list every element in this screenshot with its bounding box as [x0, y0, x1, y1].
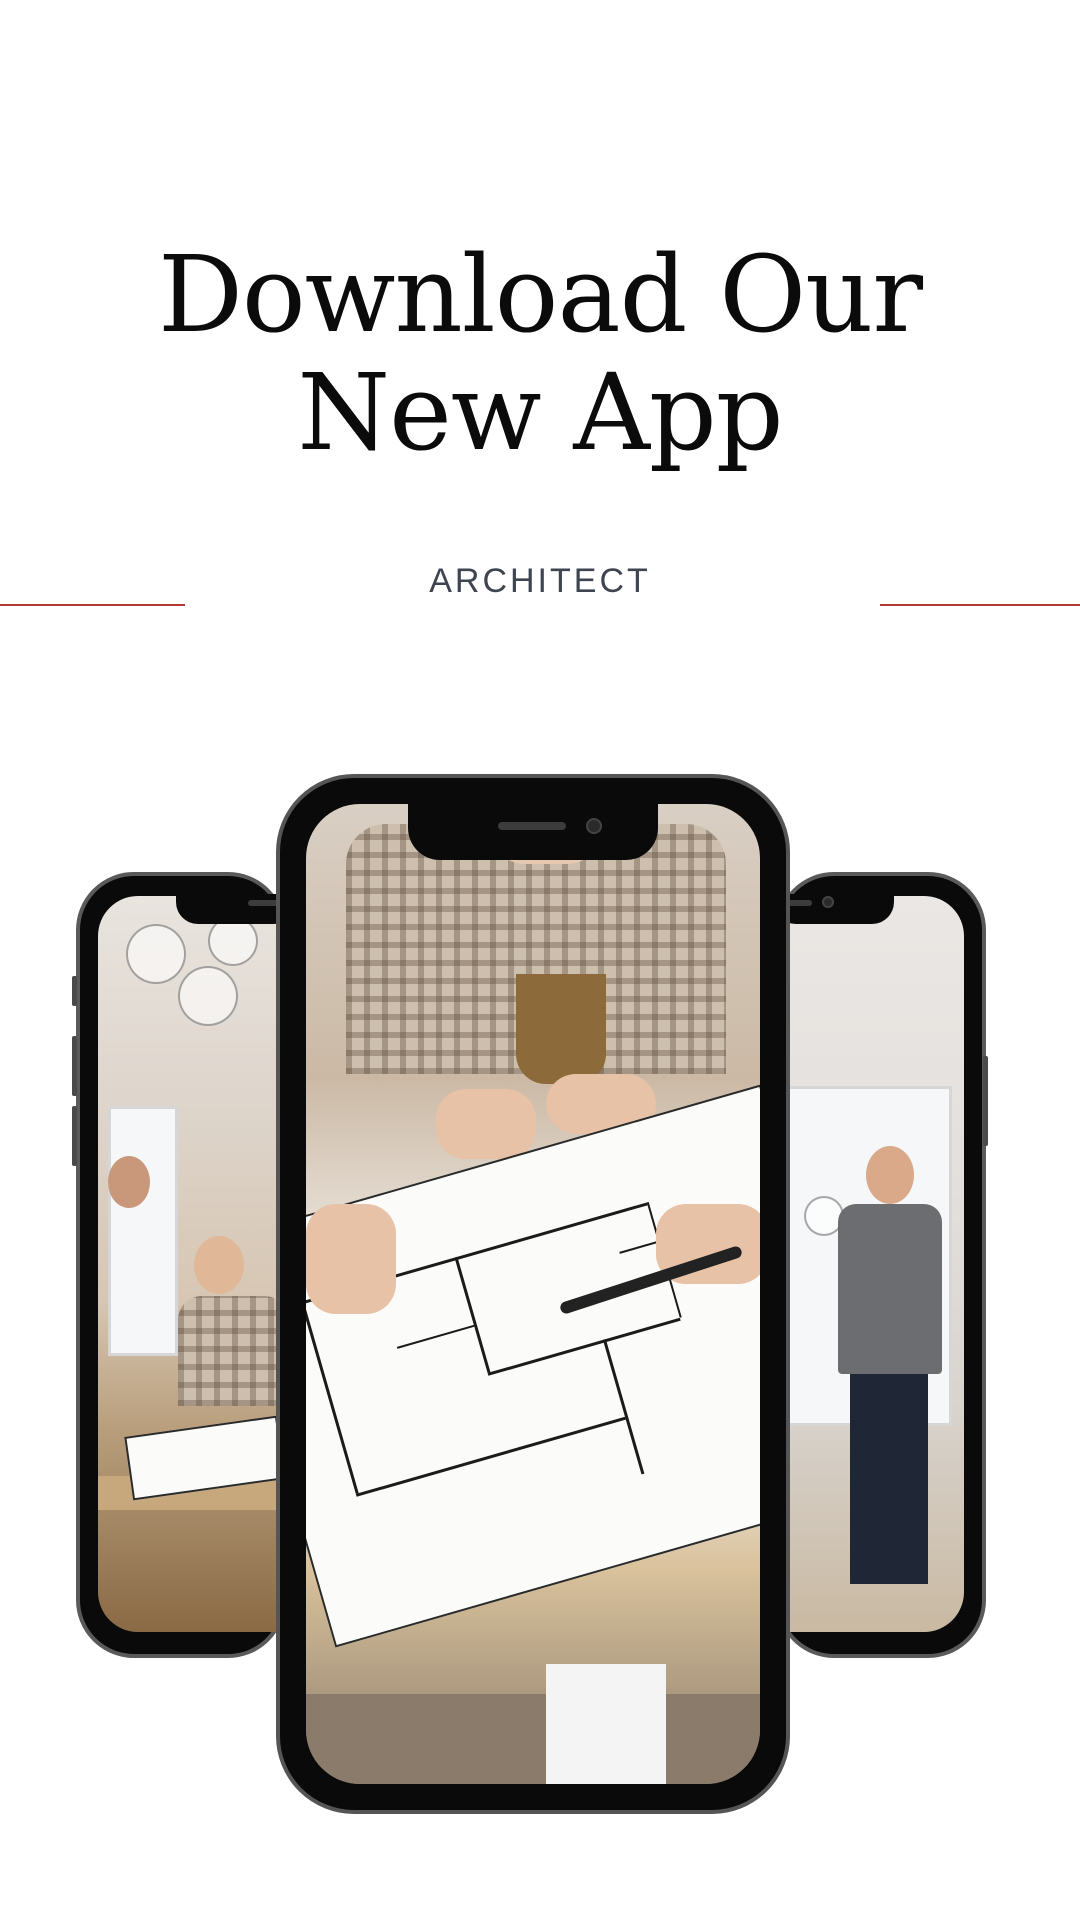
- phone-notch: [774, 894, 894, 924]
- window: [108, 1106, 178, 1356]
- phone-camera: [586, 818, 602, 834]
- pendant-lamp: [126, 924, 186, 984]
- person-head: [108, 1156, 150, 1208]
- blueprint-wall: [487, 1317, 681, 1376]
- phone-mockup-center: [276, 774, 790, 1814]
- person-suit-jacket: [838, 1204, 942, 1374]
- blueprint-sheet: [306, 1084, 760, 1648]
- phone-speaker: [498, 822, 566, 830]
- blueprint-wall: [602, 1339, 645, 1475]
- phone-notch: [408, 800, 658, 860]
- right-accent-rule: [880, 604, 1080, 606]
- phone-side-button: [72, 1106, 77, 1166]
- phone-screen-center: [306, 804, 760, 1784]
- person-shirt: [178, 1296, 282, 1406]
- hand: [436, 1089, 536, 1159]
- headline-line-1: Download Our: [157, 233, 923, 356]
- headline-line-2: New App: [297, 351, 783, 474]
- left-accent-rule: [0, 604, 185, 606]
- headline: Download Our New App: [0, 236, 1080, 472]
- phone-mockup-right: [774, 872, 988, 1658]
- person-top: [516, 974, 606, 1084]
- phone-side-button: [72, 976, 77, 1006]
- phone-screen-right: [780, 896, 964, 1632]
- person-trousers: [850, 1374, 928, 1584]
- phone-camera: [822, 896, 834, 908]
- phone-screen-left: [98, 896, 282, 1632]
- phone-mockup-left: [72, 872, 296, 1658]
- blueprint-wall: [355, 1416, 626, 1497]
- hand: [306, 1204, 396, 1314]
- blueprint-wall: [396, 1324, 475, 1349]
- foreground-sleeve: [306, 1694, 760, 1784]
- phone-side-button: [72, 1036, 77, 1096]
- phone-side-button: [983, 1056, 988, 1146]
- shirt-cuff: [546, 1664, 666, 1784]
- subtitle: ARCHITECT: [429, 562, 651, 600]
- person-head: [194, 1236, 244, 1294]
- person-head: [866, 1146, 914, 1204]
- blueprint-wall: [454, 1256, 491, 1373]
- blueprint-wall: [306, 1300, 359, 1494]
- pendant-lamp: [178, 966, 238, 1026]
